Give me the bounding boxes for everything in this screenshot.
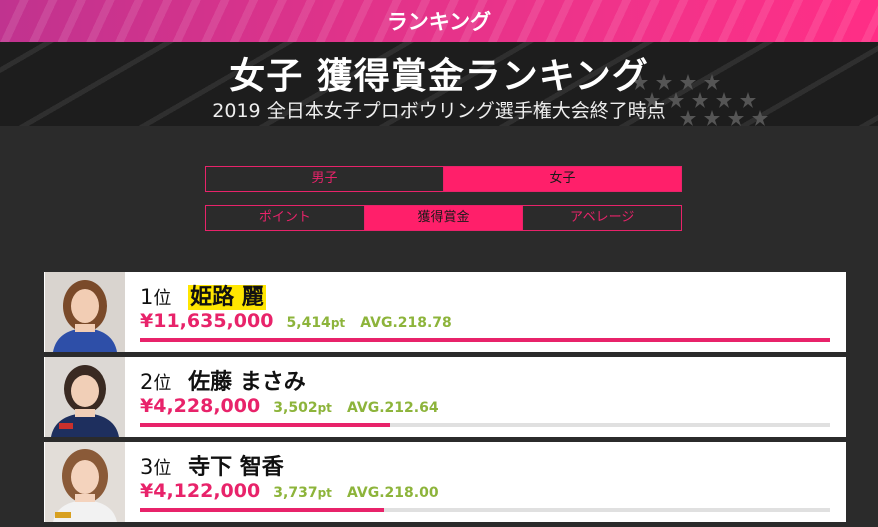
banner-title: 女子 獲得賞金ランキング [229, 56, 649, 97]
player-portrait-icon [45, 272, 125, 352]
average-value: AVG.212.64 [347, 400, 439, 416]
player-portrait-icon [45, 442, 125, 522]
rank-suffix: 位 [153, 458, 172, 479]
player-photo [45, 272, 125, 352]
category-tabs: ポイント 獲得賞金 アベレージ [205, 205, 682, 231]
tab-average[interactable]: アベレージ [522, 206, 681, 230]
average-value: AVG.218.78 [360, 315, 452, 331]
prize-money: ¥11,635,000 [140, 310, 274, 332]
rank-number: 1 [140, 285, 154, 309]
tab-prize-money[interactable]: 獲得賞金 [363, 206, 523, 230]
player-name[interactable]: 佐藤 まさみ [188, 370, 306, 395]
prize-bar-track [140, 508, 830, 512]
tab-women[interactable]: 女子 [443, 167, 681, 191]
player-name[interactable]: 寺下 智香 [188, 455, 284, 480]
points-value: 3,502pt [273, 400, 332, 416]
prize-bar-fill [140, 508, 385, 512]
player-portrait-icon [45, 357, 125, 437]
ranking-card[interactable]: 2位 佐藤 まさみ ¥4,228,000 3,502pt AVG.212.64 [44, 357, 846, 437]
rank-suffix: 位 [153, 373, 172, 394]
player-photo [45, 442, 125, 522]
top-header-bar: ランキング [0, 0, 878, 42]
prize-money: ¥4,228,000 [140, 395, 261, 417]
rank-line: 1位 姫路 麗 [140, 279, 266, 311]
player-name[interactable]: 姫路 麗 [188, 285, 266, 310]
rank-number: 2 [140, 370, 154, 394]
ranking-card[interactable]: 3位 寺下 智香 ¥4,122,000 3,737pt AVG.218.00 [44, 442, 846, 522]
rank-suffix: 位 [153, 288, 172, 309]
prize-bar-track [140, 423, 830, 427]
ranking-banner: 女子 獲得賞金ランキング 2019 全日本女子プロボウリング選手権大会終了時点 [0, 42, 878, 126]
banner-subtitle: 2019 全日本女子プロボウリング選手権大会終了時点 [212, 100, 666, 122]
tab-men[interactable]: 男子 [206, 167, 443, 191]
prize-bar-track [140, 338, 830, 342]
gender-tabs: 男子 女子 [205, 166, 682, 192]
player-photo [45, 357, 125, 437]
prize-bar-fill [140, 338, 830, 342]
rank-line: 2位 佐藤 まさみ [140, 364, 306, 396]
ranking-card[interactable]: 1位 姫路 麗 ¥11,635,000 5,414pt AVG.218.78 [44, 272, 846, 352]
average-value: AVG.218.00 [347, 485, 439, 501]
points-value: 3,737pt [273, 485, 332, 501]
points-value: 5,414pt [286, 315, 346, 331]
rank-number: 3 [140, 455, 154, 479]
tab-points[interactable]: ポイント [206, 206, 364, 230]
stats-line: ¥4,228,000 3,502pt AVG.212.64 [140, 395, 439, 417]
rank-line: 3位 寺下 智香 [140, 449, 284, 481]
prize-money: ¥4,122,000 [140, 480, 261, 502]
prize-bar-fill [140, 423, 391, 427]
stats-line: ¥4,122,000 3,737pt AVG.218.00 [140, 480, 439, 502]
page-title: ランキング [386, 10, 492, 34]
stats-line: ¥11,635,000 5,414pt AVG.218.78 [140, 310, 452, 332]
